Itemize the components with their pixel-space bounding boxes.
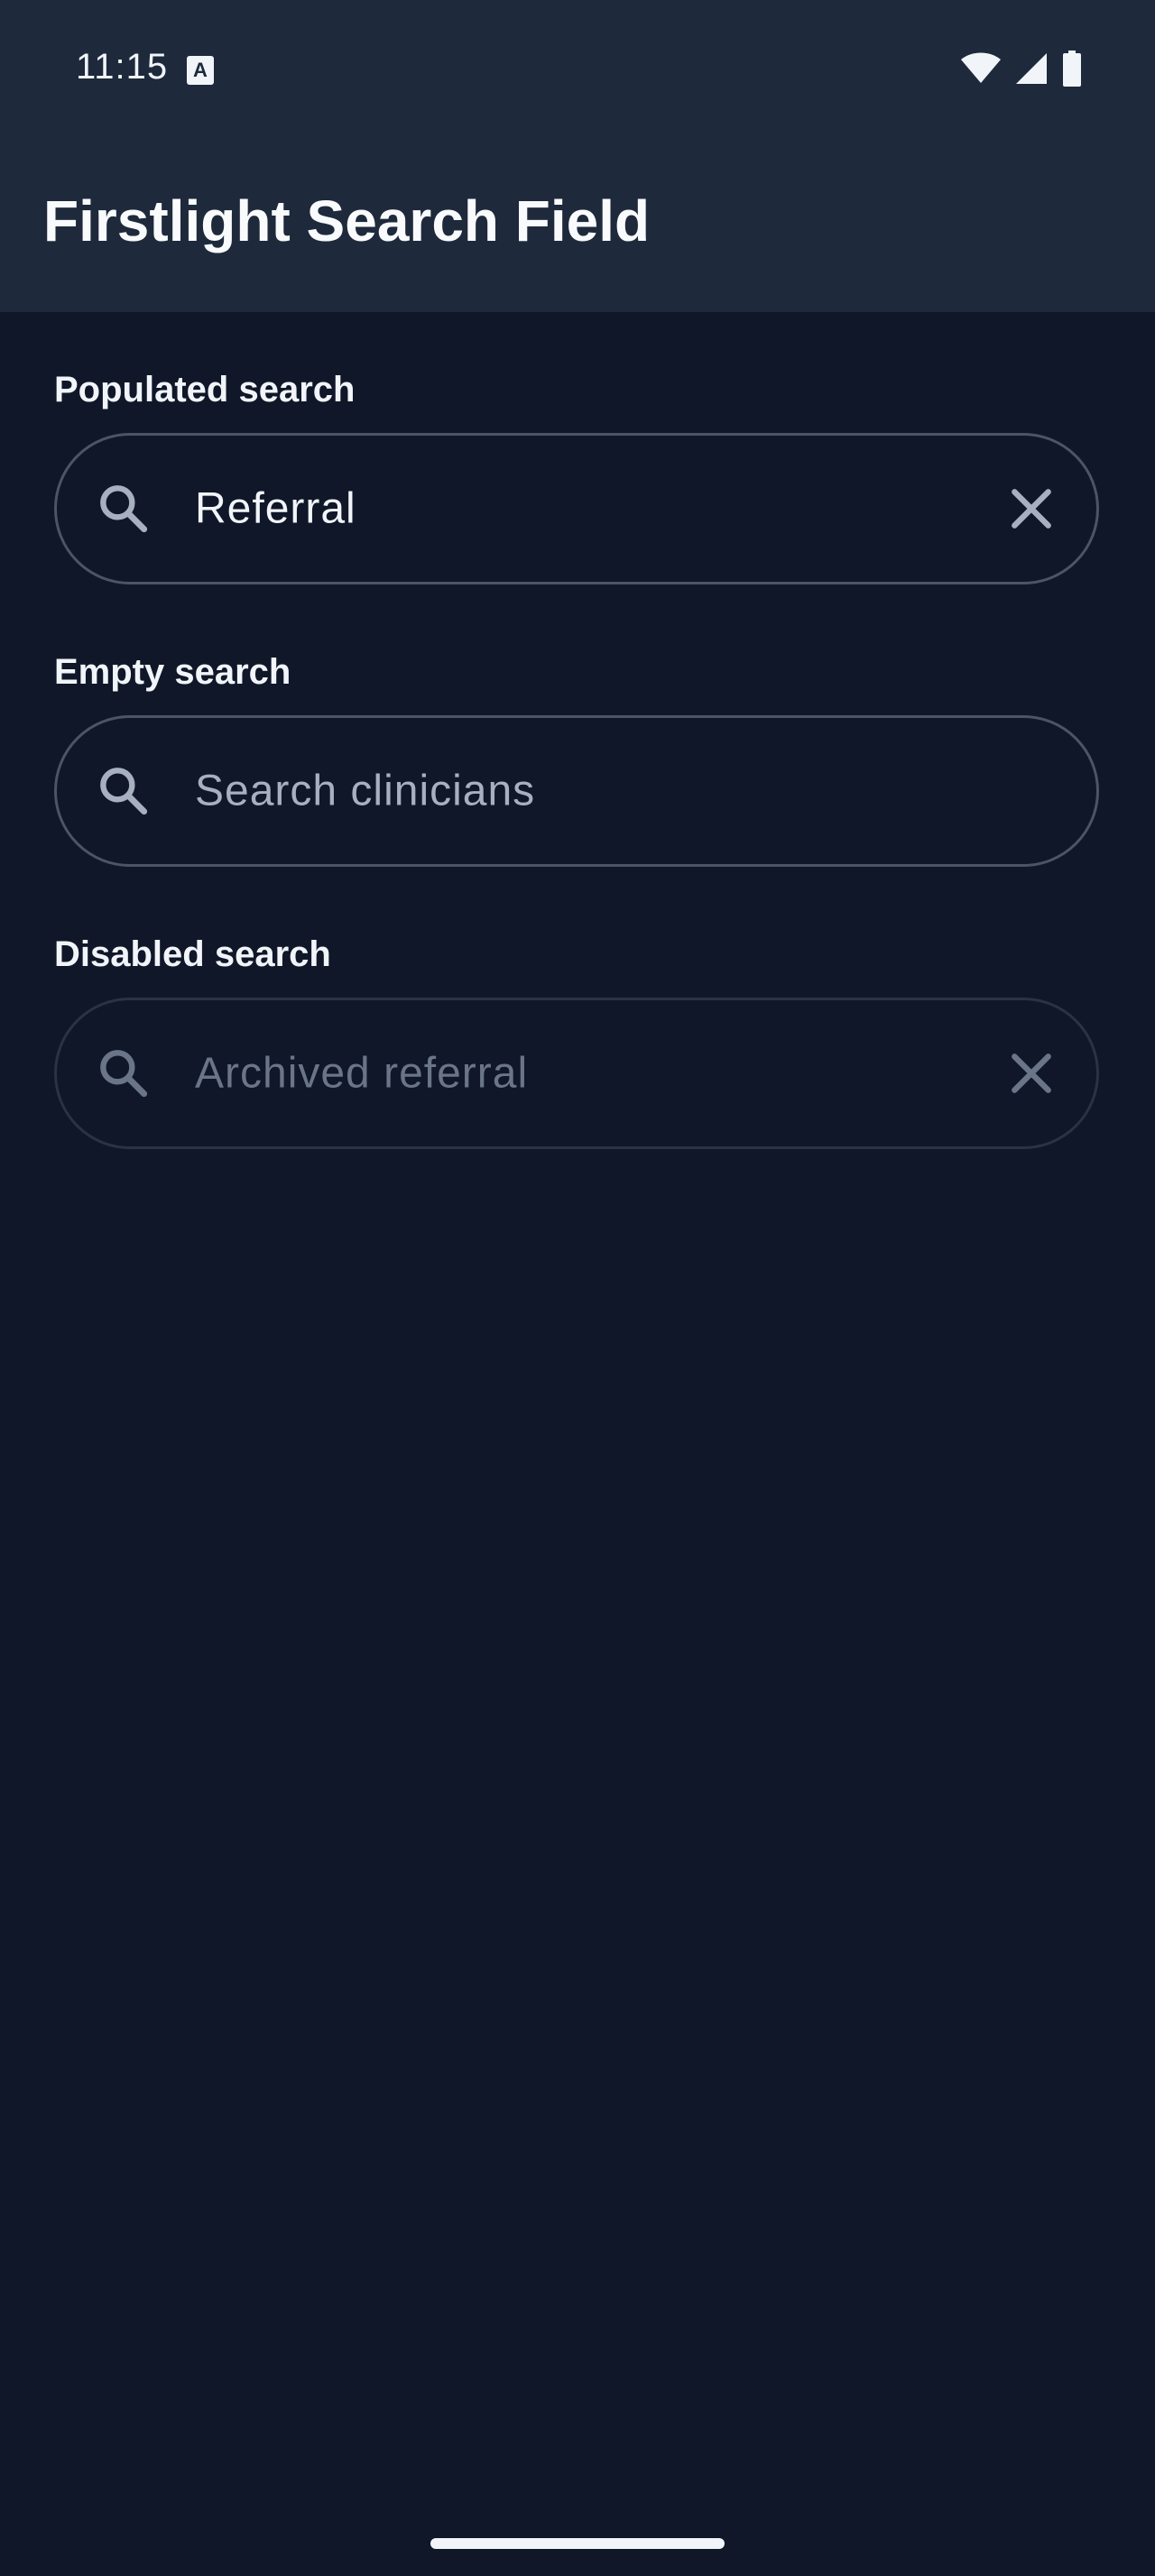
- search-icon: [100, 485, 148, 533]
- search-field-empty[interactable]: Search clinicians: [54, 715, 1099, 867]
- screen: 11:15 A Firstlight Search Field Populate…: [0, 0, 1155, 2576]
- cell-signal-icon: [1016, 53, 1047, 84]
- status-icons: [960, 51, 1083, 87]
- section-label-disabled: Disabled search: [54, 934, 331, 974]
- search-input-disabled-value: Archived referral: [195, 1049, 529, 1098]
- status-time: 11:15: [76, 47, 169, 87]
- notification-a-icon: A: [187, 56, 214, 85]
- page-title: Firstlight Search Field: [43, 189, 651, 253]
- clear-icon: [1012, 1053, 1051, 1093]
- section-label-populated: Populated search: [54, 370, 356, 409]
- search-input-placeholder[interactable]: Search clinicians: [195, 767, 535, 816]
- home-indicator[interactable]: [430, 2538, 725, 2549]
- clear-icon[interactable]: [1003, 480, 1060, 538]
- search-field-disabled: Archived referral: [54, 998, 1099, 1149]
- search-icon: [100, 1050, 148, 1098]
- search-icon: [100, 768, 148, 815]
- status-bar: 11:15 A: [0, 0, 1155, 137]
- wifi-icon: [961, 52, 1001, 83]
- top-app-bar: 11:15 A Firstlight Search Field: [0, 0, 1155, 312]
- search-field-populated[interactable]: Referral: [54, 433, 1099, 584]
- section-label-empty: Empty search: [54, 652, 291, 692]
- battery-icon: [1063, 51, 1081, 87]
- search-input-value[interactable]: Referral: [195, 484, 356, 534]
